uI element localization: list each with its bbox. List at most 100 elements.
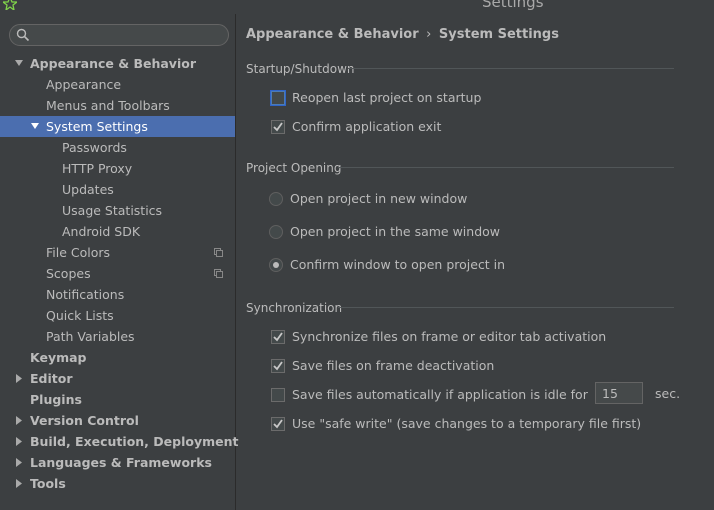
tree-item[interactable]: File Colors	[0, 242, 235, 263]
tree-item[interactable]: Updates	[0, 179, 235, 200]
tree-item-label: Build, Execution, Deployment	[30, 434, 239, 449]
checkbox-label: Save files on frame deactivation	[292, 358, 495, 373]
tree-item[interactable]: Scopes	[0, 263, 235, 284]
section-divider	[338, 167, 674, 168]
window-title: Settings	[482, 0, 544, 11]
radio-button[interactable]	[269, 258, 283, 272]
tree-item-label: Usage Statistics	[62, 203, 163, 218]
tree-item[interactable]: Appearance & Behavior	[0, 53, 235, 74]
checkbox-label: Save files automatically if application …	[292, 387, 588, 402]
radio-button[interactable]	[269, 225, 283, 239]
checkbox-label: Confirm application exit	[292, 119, 442, 134]
radio-button[interactable]	[269, 192, 283, 206]
tree-item[interactable]: Path Variables	[0, 326, 235, 347]
tree-item[interactable]: Menus and Toolbars	[0, 95, 235, 116]
tree-item[interactable]: System Settings	[0, 116, 235, 137]
expand-arrow-down-icon[interactable]	[14, 53, 24, 74]
section-startup-title: Startup/Shutdown	[246, 62, 355, 76]
expand-arrow-right-icon[interactable]	[14, 452, 24, 473]
breadcrumb-separator: ›	[426, 27, 432, 42]
checkbox-label: Reopen last project on startup	[292, 90, 482, 105]
app-logo-icon	[3, 0, 17, 10]
expand-arrow-right-icon[interactable]	[14, 368, 24, 389]
checkbox-box[interactable]	[271, 91, 285, 105]
tree-item[interactable]: Appearance	[0, 74, 235, 95]
section-divider	[338, 307, 674, 308]
section-sync-title: Synchronization	[246, 301, 343, 315]
title-bar: Settings	[0, 0, 714, 14]
tree-item[interactable]: HTTP Proxy	[0, 158, 235, 179]
checkbox-box[interactable]	[271, 120, 285, 134]
expand-arrow-down-icon[interactable]	[30, 116, 40, 137]
search-input[interactable]	[9, 24, 229, 46]
tree-item-label: Appearance	[46, 77, 122, 92]
sync-frame-activation-checkbox[interactable]: Synchronize files on frame or editor tab…	[271, 327, 606, 347]
radio-label: Open project in new window	[290, 191, 468, 206]
search-icon	[16, 28, 30, 42]
checkbox-label: Use "safe write" (save changes to a temp…	[292, 416, 642, 431]
idle-seconds-unit: sec.	[655, 386, 681, 401]
tree-item[interactable]: Tools	[0, 473, 235, 494]
tree-item-label: Plugins	[30, 392, 82, 407]
checkmark-icon	[273, 361, 283, 371]
checkbox-box[interactable]	[271, 417, 285, 431]
safe-write-checkbox[interactable]: Use "safe write" (save changes to a temp…	[271, 414, 641, 434]
breadcrumb-current: System Settings	[438, 27, 559, 42]
tree-item-label: HTTP Proxy	[62, 161, 133, 176]
tree-item[interactable]: Passwords	[0, 137, 235, 158]
tree-item-label: Version Control	[30, 413, 139, 428]
tree-item-label: Passwords	[62, 140, 127, 155]
tree-item-label: Languages & Frameworks	[30, 455, 212, 470]
breadcrumb: Appearance & Behavior › System Settings	[246, 27, 559, 42]
checkbox-box[interactable]	[271, 388, 285, 402]
tree-item[interactable]: Keymap	[0, 347, 235, 368]
section-opening-title: Project Opening	[246, 161, 342, 175]
expand-arrow-right-icon[interactable]	[14, 431, 24, 452]
radio-dot	[273, 262, 279, 268]
tree-item-label: Quick Lists	[46, 308, 114, 323]
project-level-icon	[214, 248, 223, 257]
expand-arrow-right-icon[interactable]	[14, 473, 24, 494]
tree-item-label: Updates	[62, 182, 114, 197]
tree-item-label: Tools	[30, 476, 66, 491]
confirm-window-radio[interactable]: Confirm window to open project in	[269, 255, 505, 275]
tree-item-label: File Colors	[46, 245, 111, 260]
checkbox-label: Synchronize files on frame or editor tab…	[292, 329, 607, 344]
tree-item[interactable]: Build, Execution, Deployment	[0, 431, 239, 452]
tree-item[interactable]: Android SDK	[0, 221, 235, 242]
tree-item[interactable]: Notifications	[0, 284, 235, 305]
tree-item-label: Menus and Toolbars	[46, 98, 170, 113]
checkbox-box[interactable]	[271, 330, 285, 344]
radio-label: Open project in the same window	[290, 224, 501, 239]
tree-item-label: Editor	[30, 371, 73, 386]
reopen-last-project-checkbox[interactable]: Reopen last project on startup	[271, 88, 481, 108]
open-new-window-radio[interactable]: Open project in new window	[269, 189, 467, 209]
checkmark-icon	[273, 332, 283, 342]
tree-item-label: Notifications	[46, 287, 125, 302]
tree-item[interactable]: Version Control	[0, 410, 235, 431]
checkbox-box[interactable]	[271, 359, 285, 373]
breadcrumb-parent[interactable]: Appearance & Behavior	[246, 27, 419, 42]
expand-arrow-right-icon[interactable]	[14, 410, 24, 431]
tree-item-label: System Settings	[46, 119, 148, 134]
confirm-exit-checkbox[interactable]: Confirm application exit	[271, 117, 441, 137]
checkmark-icon	[273, 122, 283, 132]
tree-item[interactable]: Usage Statistics	[0, 200, 235, 221]
save-on-deactivation-checkbox[interactable]: Save files on frame deactivation	[271, 356, 494, 376]
open-same-window-radio[interactable]: Open project in the same window	[269, 222, 500, 242]
tree-item[interactable]: Plugins	[0, 389, 235, 410]
tree-item[interactable]: Editor	[0, 368, 235, 389]
radio-label: Confirm window to open project in	[290, 257, 506, 272]
auto-save-checkbox[interactable]: Save files automatically if application …	[271, 385, 588, 405]
tree-item-label: Path Variables	[46, 329, 135, 344]
tree-item-label: Scopes	[46, 266, 91, 281]
tree-item-label: Android SDK	[62, 224, 141, 239]
tree-item-label: Appearance & Behavior	[30, 56, 196, 71]
idle-seconds-input[interactable]: 15	[595, 382, 643, 404]
tree-item[interactable]: Languages & Frameworks	[0, 452, 235, 473]
settings-sidebar: Appearance & Behavior Appearance Menus and…	[0, 14, 239, 510]
tree-item-label: Keymap	[30, 350, 87, 365]
checkmark-icon	[273, 419, 283, 429]
project-level-icon	[214, 269, 223, 278]
tree-item[interactable]: Quick Lists	[0, 305, 235, 326]
